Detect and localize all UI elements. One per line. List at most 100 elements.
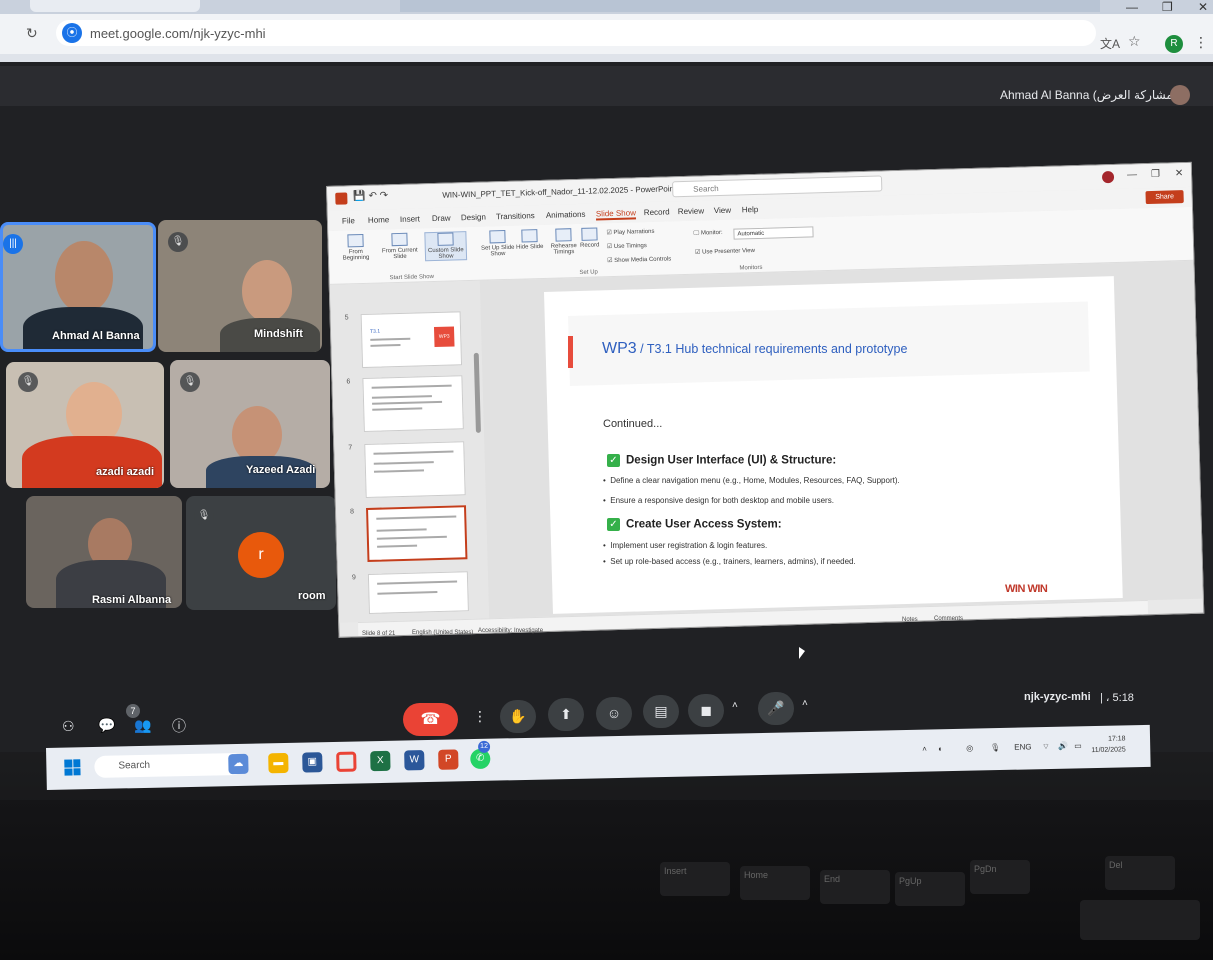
microphone-button[interactable]: 🎤 xyxy=(758,692,794,725)
language-status[interactable]: English (United States) xyxy=(412,630,473,636)
slide-thumbnail-9[interactable] xyxy=(367,571,469,614)
bookmark-star-icon[interactable]: ☆ xyxy=(1128,33,1141,50)
keyboard-key: PgDn xyxy=(970,860,1030,894)
slide-bullet: • Implement user registration & login fe… xyxy=(603,541,768,550)
meet-site-icon[interactable]: ⦿ xyxy=(62,23,82,43)
taskbar-search-input[interactable]: Search xyxy=(94,752,245,778)
keyboard-key: Home xyxy=(740,866,810,900)
menu-insert[interactable]: Insert xyxy=(400,214,420,224)
info-icon[interactable]: ⓘ xyxy=(172,716,186,736)
record-button[interactable]: Record xyxy=(568,227,611,249)
present-screen-button[interactable]: ⬆ xyxy=(548,698,584,731)
menu-help[interactable]: Help xyxy=(742,205,759,214)
slide-thumbnail-8[interactable] xyxy=(366,505,468,562)
menu-record[interactable]: Record xyxy=(644,207,670,217)
people-count-badge: 7 xyxy=(126,704,140,718)
powerpoint-logo-icon xyxy=(335,192,348,205)
store-icon[interactable]: ▣ xyxy=(302,752,323,773)
participant-name: room xyxy=(298,590,326,602)
volume-icon[interactable]: 🔊 xyxy=(1058,742,1068,751)
battery-icon[interactable]: ▭ xyxy=(1074,741,1082,750)
close-icon[interactable]: ✕ xyxy=(1198,0,1208,14)
keyboard-key: PgUp xyxy=(895,872,965,906)
tray-app-icon[interactable]: ◎ xyxy=(966,744,973,753)
wifi-icon[interactable]: ⌔ xyxy=(1042,742,1050,752)
raise-hand-button[interactable]: ✋ xyxy=(500,700,536,733)
end-call-button[interactable]: ☎ xyxy=(403,703,458,736)
maximize-icon[interactable]: ❐ xyxy=(1162,0,1173,14)
excel-icon[interactable]: X xyxy=(370,750,391,772)
mic-options-chevron-icon[interactable]: ˄ xyxy=(802,698,808,709)
monitor-label: 🖵 Monitor: xyxy=(693,229,723,237)
play-narrations-checkbox[interactable]: ☑ Play Narrations xyxy=(606,228,654,236)
powerpoint-icon[interactable]: P xyxy=(438,749,459,770)
thumb-number: 7 xyxy=(348,444,353,452)
file-explorer-icon[interactable]: ▬ xyxy=(268,752,289,774)
comments-button[interactable]: Comments xyxy=(934,616,963,622)
slide-thumbnail-7[interactable] xyxy=(364,441,466,499)
tray-chevron-icon[interactable]: ˄ xyxy=(922,745,927,754)
emoji-reaction-button[interactable]: ☺ xyxy=(596,697,632,730)
browser-tab-inactive[interactable] xyxy=(400,0,1100,12)
menu-home[interactable]: Home xyxy=(368,215,390,225)
menu-slide-show[interactable]: Slide Show xyxy=(595,208,637,221)
word-icon[interactable]: W xyxy=(404,750,425,771)
slide-section-heading: ✓ Design User Interface (UI) & Structure: xyxy=(607,454,836,467)
menu-transitions[interactable]: Transitions xyxy=(496,211,535,221)
thumb-number: 8 xyxy=(350,508,355,516)
accessibility-status[interactable]: Accessibility: Investigate xyxy=(478,628,543,634)
windows-start-icon[interactable] xyxy=(64,759,81,776)
custom-slide-show-button[interactable]: Custom Slide Show xyxy=(424,231,468,262)
whatsapp-badge: 12 xyxy=(477,740,491,753)
share-button[interactable]: Share xyxy=(1145,190,1184,205)
mic-off-icon: 🎙 xyxy=(180,372,200,392)
more-options-icon[interactable]: ⋮ xyxy=(473,708,487,725)
minimize-icon[interactable]: — xyxy=(1127,169,1137,180)
ribbon-group-start: Start Slide Show xyxy=(389,274,435,282)
menu-file[interactable]: File xyxy=(342,216,355,225)
captions-button[interactable]: ▤ xyxy=(643,695,679,728)
widgets-icon[interactable]: ☁ xyxy=(228,753,249,775)
menu-review[interactable]: Review xyxy=(678,206,704,216)
menu-animations[interactable]: Animations xyxy=(546,210,586,220)
thumb-number: 5 xyxy=(344,314,349,322)
from-beginning-button[interactable]: From Beginning xyxy=(334,233,377,262)
participant-tile-rasmi[interactable] xyxy=(26,496,182,608)
translate-icon[interactable]: 文A xyxy=(1100,35,1120,52)
notes-button[interactable]: Notes xyxy=(902,617,918,623)
chrome-icon[interactable] xyxy=(336,751,357,772)
activities-icon[interactable]: ⚇ xyxy=(62,718,75,735)
menu-draw[interactable]: Draw xyxy=(432,214,451,224)
backspace-key xyxy=(1080,900,1200,940)
minimize-icon[interactable]: — xyxy=(1126,0,1138,14)
tray-mic-icon[interactable]: 🎙 xyxy=(990,743,1000,752)
menu-design[interactable]: Design xyxy=(461,213,486,223)
mic-off-icon: 🎙 xyxy=(18,372,38,392)
monitor-select[interactable]: Automatic xyxy=(733,226,814,240)
camera-button[interactable]: ◼ xyxy=(688,694,724,727)
profile-avatar[interactable]: R xyxy=(1165,35,1183,53)
restore-icon[interactable]: ❐ xyxy=(1151,169,1160,180)
save-icon[interactable]: 💾 ↶ ↷ xyxy=(353,190,388,202)
reload-icon[interactable]: ↻ xyxy=(26,25,38,42)
slide-thumbnail-5[interactable]: T3.1 WP3 xyxy=(360,311,463,369)
slide-title-accent xyxy=(568,336,573,368)
speaking-indicator-icon: ||| xyxy=(3,234,23,254)
from-current-slide-button[interactable]: From Current Slide xyxy=(378,232,421,260)
close-icon[interactable]: ✕ xyxy=(1175,168,1184,179)
language-indicator[interactable]: ENG xyxy=(1014,742,1032,751)
menu-view[interactable]: View xyxy=(714,206,731,215)
keyboard-key: End xyxy=(820,870,890,904)
browser-menu-icon[interactable]: ⋮ xyxy=(1194,34,1208,51)
use-timings-checkbox[interactable]: ☑ Use Timings xyxy=(607,242,647,250)
tray-app-icon[interactable]: ◐ xyxy=(938,744,943,753)
url-text[interactable]: meet.google.com/njk-yzyc-mhi xyxy=(90,26,266,41)
meeting-time: | ، 5:18 xyxy=(1100,692,1134,704)
taskbar-clock[interactable]: 17:18 11/02/2025 xyxy=(1091,733,1126,756)
browser-tab[interactable] xyxy=(30,0,200,12)
slide-bullet: • Ensure a responsive design for both de… xyxy=(603,496,834,505)
slide-thumbnail-6[interactable] xyxy=(362,375,464,433)
chat-icon[interactable]: 💬 xyxy=(98,717,115,734)
people-icon[interactable]: 👥 xyxy=(134,717,151,734)
camera-options-chevron-icon[interactable]: ˄ xyxy=(732,700,738,711)
